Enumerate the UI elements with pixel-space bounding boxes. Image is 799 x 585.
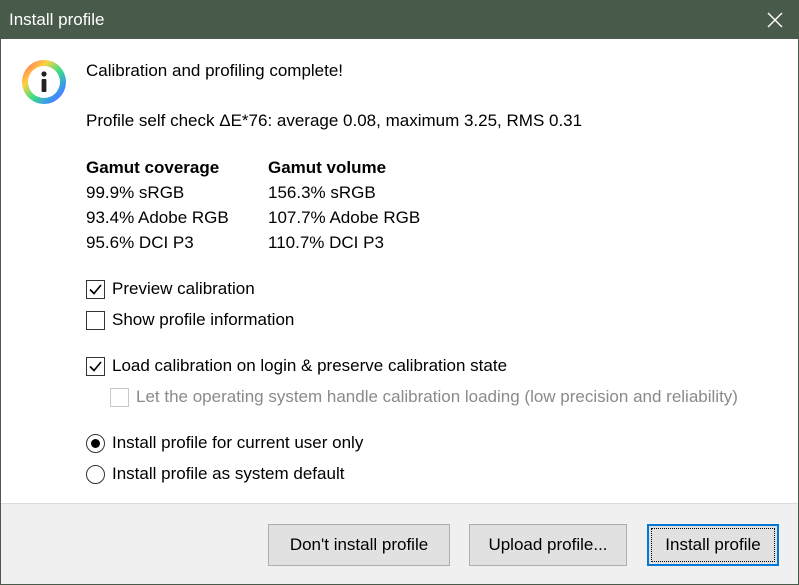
dont-install-profile-label: Don't install profile <box>289 535 429 554</box>
show-profile-information-label: Show profile information <box>112 310 295 329</box>
gamut-volume-column: Gamut volume 156.3% sRGB 107.7% Adobe RG… <box>268 158 420 258</box>
gamut-volume-header: Gamut volume <box>268 158 387 177</box>
dialog-content: Calibration and profiling complete! Prof… <box>1 39 798 503</box>
radio-selected-dot <box>91 438 100 448</box>
upload-profile-label: Upload profile... <box>488 535 608 554</box>
title-bar: Install profile <box>1 1 798 39</box>
focus-rectangle <box>651 528 775 562</box>
os-handle-calibration-checkbox: Let the operating system handle calibrat… <box>110 387 738 407</box>
gamut-coverage-srgb: 99.9% sRGB <box>86 183 185 202</box>
checkbox-box[interactable] <box>86 279 105 299</box>
show-profile-information-checkbox[interactable]: Show profile information <box>86 310 294 330</box>
info-icon <box>22 60 66 104</box>
radio-button[interactable] <box>86 464 105 484</box>
gamut-coverage-column: Gamut coverage 99.9% sRGB 93.4% Adobe RG… <box>86 158 229 258</box>
gamut-coverage-dci-p3: 95.6% DCI P3 <box>86 233 194 252</box>
install-system-default-label: Install profile as system default <box>112 464 345 483</box>
button-bar: Don't install profile Upload profile... … <box>1 503 798 584</box>
window-title: Install profile <box>9 10 105 29</box>
close-icon <box>767 12 783 28</box>
gamut-volume-dci-p3: 110.7% DCI P3 <box>268 233 384 252</box>
load-calibration-on-login-label: Load calibration on login & preserve cal… <box>112 356 508 375</box>
install-profile-button[interactable]: Install profile <box>647 524 779 566</box>
gamut-volume-adobe-rgb: 107.7% Adobe RGB <box>268 208 421 227</box>
completion-headline: Calibration and profiling complete! <box>86 61 344 80</box>
install-profile-dialog: Install profile Calibration and profilin… <box>0 0 799 585</box>
self-check-summary: Profile self check ΔE*76: average 0.08, … <box>86 111 583 130</box>
install-system-default-radio[interactable]: Install profile as system default <box>86 464 344 484</box>
checkmark-icon <box>89 360 102 372</box>
preview-calibration-label: Preview calibration <box>112 279 255 298</box>
dont-install-profile-button[interactable]: Don't install profile <box>268 524 450 566</box>
gamut-coverage-header: Gamut coverage <box>86 158 220 177</box>
upload-profile-button[interactable]: Upload profile... <box>469 524 627 566</box>
install-current-user-label: Install profile for current user only <box>112 433 364 452</box>
load-calibration-on-login-checkbox[interactable]: Load calibration on login & preserve cal… <box>86 356 507 376</box>
os-handle-calibration-label: Let the operating system handle calibrat… <box>136 387 738 406</box>
checkbox-box[interactable] <box>86 310 105 330</box>
checkmark-icon <box>89 283 102 295</box>
checkbox-box <box>110 387 129 407</box>
install-current-user-radio[interactable]: Install profile for current user only <box>86 433 363 453</box>
checkbox-box[interactable] <box>86 356 105 376</box>
preview-calibration-checkbox[interactable]: Preview calibration <box>86 279 255 299</box>
radio-button[interactable] <box>86 433 105 453</box>
close-button[interactable] <box>752 1 798 39</box>
gamut-coverage-adobe-rgb: 93.4% Adobe RGB <box>86 208 229 227</box>
gamut-volume-srgb: 156.3% sRGB <box>268 183 376 202</box>
